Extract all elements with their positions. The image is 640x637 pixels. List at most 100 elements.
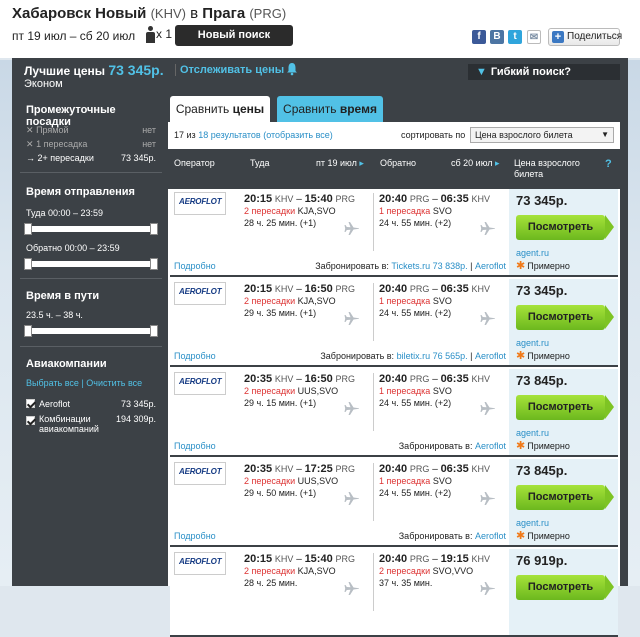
out-stops: 2 пересадки (244, 206, 296, 216)
twitter-icon[interactable]: t (508, 30, 522, 44)
chevron-down-icon: ▼ (601, 130, 609, 139)
agent-link[interactable]: agent.ru (516, 248, 549, 258)
approx-label: Примерно (527, 351, 570, 361)
slider-handle-right[interactable] (150, 258, 158, 270)
approx-label: Примерно (527, 441, 570, 451)
facebook-icon[interactable]: f (472, 30, 486, 44)
out-via: KJA,SVO (297, 296, 336, 306)
ret-duration: 24 ч. 55 мин. (+2) (379, 398, 452, 408)
passenger-count: x 1 (145, 26, 172, 44)
out-via: KJA,SVO (297, 206, 336, 216)
ret-duration: 37 ч. 35 мин. (379, 578, 433, 588)
return-times: 20:40 PRG – 06:35 KHV (379, 283, 490, 295)
ticket-price: 73 345р. (516, 283, 568, 298)
slider-handle-left[interactable] (24, 223, 32, 235)
travel-time-slider[interactable] (24, 325, 158, 337)
tab-compare-time[interactable]: Сравнить время (277, 96, 383, 122)
show-all-link[interactable]: 18 результатов (отобразить все) (198, 130, 333, 140)
airline-logo: AEROFLOT (174, 552, 226, 575)
out-duration: 29 ч. 15 мин. (+1) (244, 398, 317, 408)
checkbox-checked[interactable] (26, 399, 35, 408)
agent-link[interactable]: agent.ru (516, 518, 549, 528)
out-duration: 29 ч. 50 мин. (+1) (244, 488, 317, 498)
slider-handle-left[interactable] (24, 258, 32, 270)
departure-there-range: Туда 00:00 – 23:59 (26, 208, 104, 218)
view-offer-button[interactable]: Посмотреть (516, 305, 614, 330)
tab-compare-prices[interactable]: Сравнить цены (170, 96, 270, 122)
out-arr-code: PRG (335, 374, 355, 384)
plane-icon (344, 581, 360, 597)
slider-handle-left[interactable] (24, 325, 32, 337)
trip-dates: пт 19 июл – сб 20 июл (12, 29, 136, 43)
share-button[interactable]: + Поделиться (548, 28, 622, 46)
out-arr-code: PRG (335, 194, 355, 204)
route-title: Хабаровск Новый (KHV) в Прага (PRG) (12, 5, 286, 22)
new-search-button[interactable]: Новый поиск (175, 25, 293, 46)
sort-select[interactable]: Цена взрослого билета ▼ (470, 127, 614, 143)
airline-logo-text: AEROFLOT (179, 197, 222, 206)
ret-stops: 1 пересадка (379, 296, 431, 306)
plane-icon (480, 221, 496, 237)
book-at: Забронировать в: Aeroflot (399, 441, 506, 451)
bell-icon[interactable] (286, 62, 298, 76)
departure-there-slider[interactable] (24, 223, 158, 235)
approx-note: ✱ Примерно (516, 439, 570, 452)
help-icon[interactable]: ? (605, 158, 612, 170)
view-offer-button[interactable]: Посмотреть (516, 485, 614, 510)
stops-filter-one[interactable]: ✕ 1 пересадка нет (26, 139, 156, 150)
results-table: 17 из 18 результатов (отобразить все) со… (168, 122, 620, 637)
ret-via: SVO (432, 386, 452, 396)
table-header: Оператор Туда пт 19 июл ▸ Обратно сб 20 … (168, 149, 620, 189)
view-offer-button[interactable]: Посмотреть (516, 395, 614, 420)
agent-link[interactable]: agent.ru (516, 338, 549, 348)
triangle-down-icon: ▼ (476, 66, 487, 78)
table-row: AEROFLOT 20:15 KHV – 16:50 PRG 2 пересадки… (170, 279, 618, 367)
cabin-class: Эконом (24, 78, 63, 90)
stops-filter-direct[interactable]: ✕ Прямой нет (26, 125, 156, 136)
ret-via: SVO (432, 296, 452, 306)
departure-back-slider[interactable] (24, 258, 158, 270)
ret-arr-time: 06:35 (440, 373, 469, 385)
ticket-price: 73 845р. (516, 373, 568, 388)
to-city: Прага (202, 5, 246, 22)
results-shown: 17 из (174, 130, 196, 140)
return-times: 20:40 PRG – 06:35 KHV (379, 373, 490, 385)
booking-link[interactable]: Tickets.ru 73 838р. (391, 261, 467, 271)
booking-link[interactable]: biletix.ru 76 565р. (397, 351, 468, 361)
ret-dep-code: PRG (409, 374, 430, 384)
col-back: Обратно (380, 158, 417, 168)
booking-link-airline[interactable]: Aeroflot (475, 531, 506, 541)
details-link[interactable]: Подробно (174, 261, 216, 271)
track-prices-link[interactable]: Отслеживать цены (175, 64, 284, 76)
slider-handle-right[interactable] (150, 325, 158, 337)
out-stops: 2 пересадки (244, 476, 296, 486)
airline-logo-text: AEROFLOT (179, 287, 222, 296)
airlines-select-controls: Выбрать все | Очистить все (26, 378, 143, 388)
booking-link-airline[interactable]: Aeroflot (475, 441, 506, 451)
flexible-search-toggle[interactable]: ▼ Гибкий поиск? (468, 64, 620, 80)
mail-icon[interactable]: ✉ (527, 30, 541, 44)
agent-link[interactable]: agent.ru (516, 428, 549, 438)
col-back-date[interactable]: сб 20 июл ▸ (451, 158, 500, 169)
plane-icon (480, 401, 496, 417)
select-all-link[interactable]: Выбрать все (26, 378, 79, 388)
view-offer-button[interactable]: Посмотреть (516, 575, 614, 600)
details-link[interactable]: Подробно (174, 441, 216, 451)
ret-dep-time: 20:40 (379, 193, 408, 205)
divider (373, 283, 374, 341)
checkbox-checked[interactable] (26, 416, 35, 425)
slider-handle-right[interactable] (150, 223, 158, 235)
details-link[interactable]: Подробно (174, 351, 216, 361)
out-arr-time: 16:50 (304, 373, 333, 385)
booking-link-airline[interactable]: Aeroflot (475, 261, 506, 271)
tab-time-bold: время (339, 102, 377, 116)
airline-filter-aeroflot[interactable]: Aeroflot 73 345р. (26, 399, 156, 409)
details-link[interactable]: Подробно (174, 531, 216, 541)
stops-filter-two-plus[interactable]: → 2+ пересадки 73 345р. (26, 153, 156, 163)
view-offer-button[interactable]: Посмотреть (516, 215, 614, 240)
col-there-date[interactable]: пт 19 июл ▸ (316, 158, 364, 169)
booking-link-airline[interactable]: Aeroflot (475, 351, 506, 361)
vk-icon[interactable]: B (490, 30, 504, 44)
clear-all-link[interactable]: Очистить все (86, 378, 142, 388)
plane-icon (344, 221, 360, 237)
